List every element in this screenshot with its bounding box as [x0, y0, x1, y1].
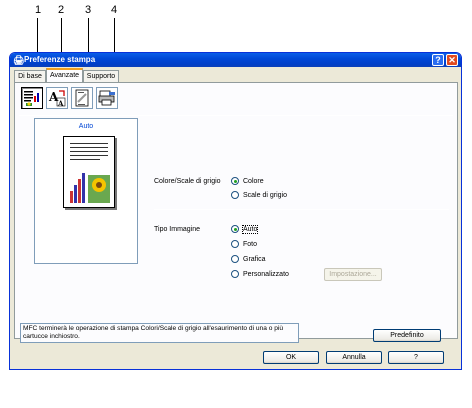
color-grayscale-label: Colore/Scale di grigio — [154, 178, 221, 185]
radio-personalizzato[interactable] — [231, 270, 239, 278]
color-grayscale-icon — [24, 91, 39, 106]
svg-text:A: A — [57, 99, 64, 108]
tab-supporto[interactable]: Supporto — [83, 70, 119, 82]
device-options-button[interactable] — [96, 87, 118, 109]
title-bar: 🖨 Preferenze stampa ? ✕ — [10, 53, 461, 67]
printer-icon: 🖨 — [13, 55, 25, 65]
help-title-button[interactable]: ? — [432, 54, 444, 66]
radio-personalizzato-label[interactable]: Personalizzato — [243, 271, 289, 278]
cancel-button[interactable]: Annulla — [326, 351, 382, 364]
device-options-icon — [98, 90, 115, 106]
color-grayscale-button[interactable] — [21, 87, 43, 109]
tab-avanzate[interactable]: Avanzate — [46, 68, 83, 83]
radio-grafica-label[interactable]: Grafica — [243, 256, 266, 263]
watermark-button[interactable] — [71, 87, 93, 109]
radio-auto[interactable] — [231, 225, 239, 233]
close-button[interactable]: ✕ — [446, 54, 458, 66]
advanced-panel: A A Auto Colore/Scale di grigio Colore S… — [14, 82, 458, 343]
print-preferences-window: 🖨 Preferenze stampa ? ✕ Di base Avanzate… — [9, 52, 462, 370]
info-message: MFC terminerà le operazione di stampa Co… — [20, 323, 299, 343]
ok-button[interactable]: OK — [263, 351, 319, 364]
tab-di-base[interactable]: Di base — [14, 70, 46, 82]
settings-button[interactable]: Impostazione... — [324, 268, 382, 281]
watermark-icon — [75, 89, 89, 107]
radio-colore[interactable] — [231, 177, 239, 185]
callout-4: 4 — [111, 4, 118, 16]
help-button[interactable]: ? — [388, 351, 444, 364]
group-separator — [154, 209, 449, 210]
toolbar-separator — [19, 115, 453, 116]
preview-box: Auto — [34, 118, 138, 264]
window-title: Preferenze stampa — [24, 55, 96, 64]
image-type-label: Tipo Immagine — [154, 226, 201, 233]
default-button[interactable]: Predefinito — [373, 329, 441, 342]
radio-foto[interactable] — [231, 240, 239, 248]
radio-colore-label[interactable]: Colore — [243, 178, 264, 185]
radio-scale-di-grigio[interactable] — [231, 191, 239, 199]
preview-label: Auto — [78, 123, 94, 130]
radio-scale-di-grigio-label[interactable]: Scale di grigio — [243, 192, 287, 199]
radio-foto-label[interactable]: Foto — [243, 241, 257, 248]
callout-3: 3 — [85, 4, 92, 16]
radio-grafica[interactable] — [231, 255, 239, 263]
scaling-icon: A A — [48, 90, 66, 108]
preview-page-image — [63, 136, 115, 208]
scaling-button[interactable]: A A — [46, 87, 68, 109]
callout-2: 2 — [58, 4, 65, 16]
chart-flower-image — [70, 173, 110, 203]
callout-1: 1 — [35, 4, 42, 16]
radio-auto-label[interactable]: Auto — [241, 225, 259, 234]
